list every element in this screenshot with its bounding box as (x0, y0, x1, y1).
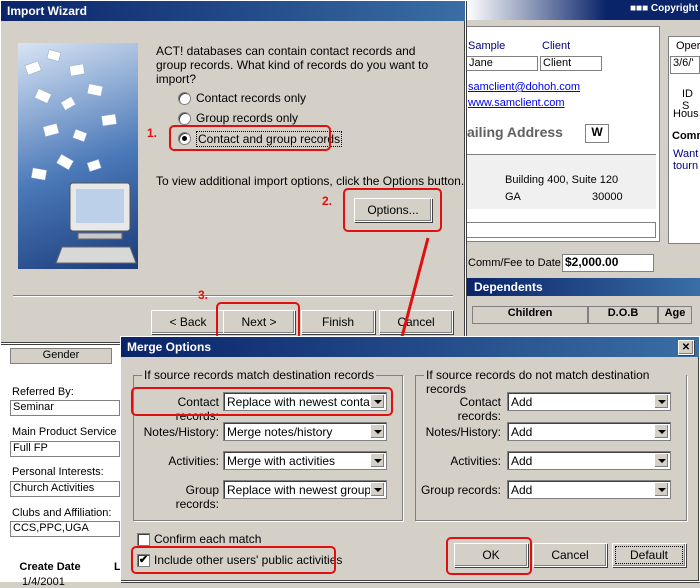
chevron-down-icon[interactable] (654, 394, 669, 409)
nomatch-activities-label: Activities: (450, 454, 501, 468)
close-icon[interactable]: ✕ (678, 340, 694, 355)
nomatch-contact-value: Add (511, 395, 533, 409)
chevron-down-icon[interactable] (370, 424, 385, 439)
annotation-box-ok (446, 537, 532, 575)
match-activities-value: Merge with activities (227, 454, 336, 468)
nomatch-group-records-value: Add (511, 483, 533, 497)
match-group-records-value: Replace with newest group (227, 483, 372, 497)
nomatch-activities-select[interactable]: Add (507, 451, 671, 470)
chevron-down-icon[interactable] (370, 453, 385, 468)
nomatch-group-records-label: Group records: (420, 483, 501, 497)
merge-cancel-button[interactable]: Cancel (533, 543, 607, 567)
merge-options-title: Merge Options (121, 337, 699, 357)
match-group-records-select[interactable]: Replace with newest group (223, 480, 387, 499)
chevron-down-icon[interactable] (654, 453, 669, 468)
annotation-box-contact-records (131, 387, 393, 416)
annotation-box-include-public (131, 546, 336, 574)
match-notes-label: Notes/History: (143, 425, 219, 439)
chevron-down-icon[interactable] (654, 424, 669, 439)
chevron-down-icon[interactable] (654, 482, 669, 497)
nomatch-activities-value: Add (511, 454, 533, 468)
nomatch-notes-label: Notes/History: (425, 425, 501, 439)
match-group-records-label: Group records: (175, 483, 219, 511)
confirm-each-match-label[interactable]: Confirm each match (154, 532, 261, 546)
confirm-each-match-checkbox[interactable] (137, 533, 150, 546)
match-notes-select[interactable]: Merge notes/history (223, 422, 387, 441)
match-group-title: If source records match destination reco… (142, 368, 377, 382)
match-notes-value: Merge notes/history (227, 425, 333, 439)
nomatch-notes-select[interactable]: Add (507, 422, 671, 441)
match-activities-label: Activities: (168, 454, 219, 468)
nomatch-notes-value: Add (511, 425, 533, 439)
default-button[interactable]: Default (612, 543, 686, 567)
nomatch-contact-label: Contact records: (457, 395, 501, 423)
chevron-down-icon[interactable] (370, 482, 385, 497)
nomatch-group-records-select[interactable]: Add (507, 480, 671, 499)
nomatch-contact-select[interactable]: Add (507, 392, 671, 411)
match-activities-select[interactable]: Merge with activities (223, 451, 387, 470)
